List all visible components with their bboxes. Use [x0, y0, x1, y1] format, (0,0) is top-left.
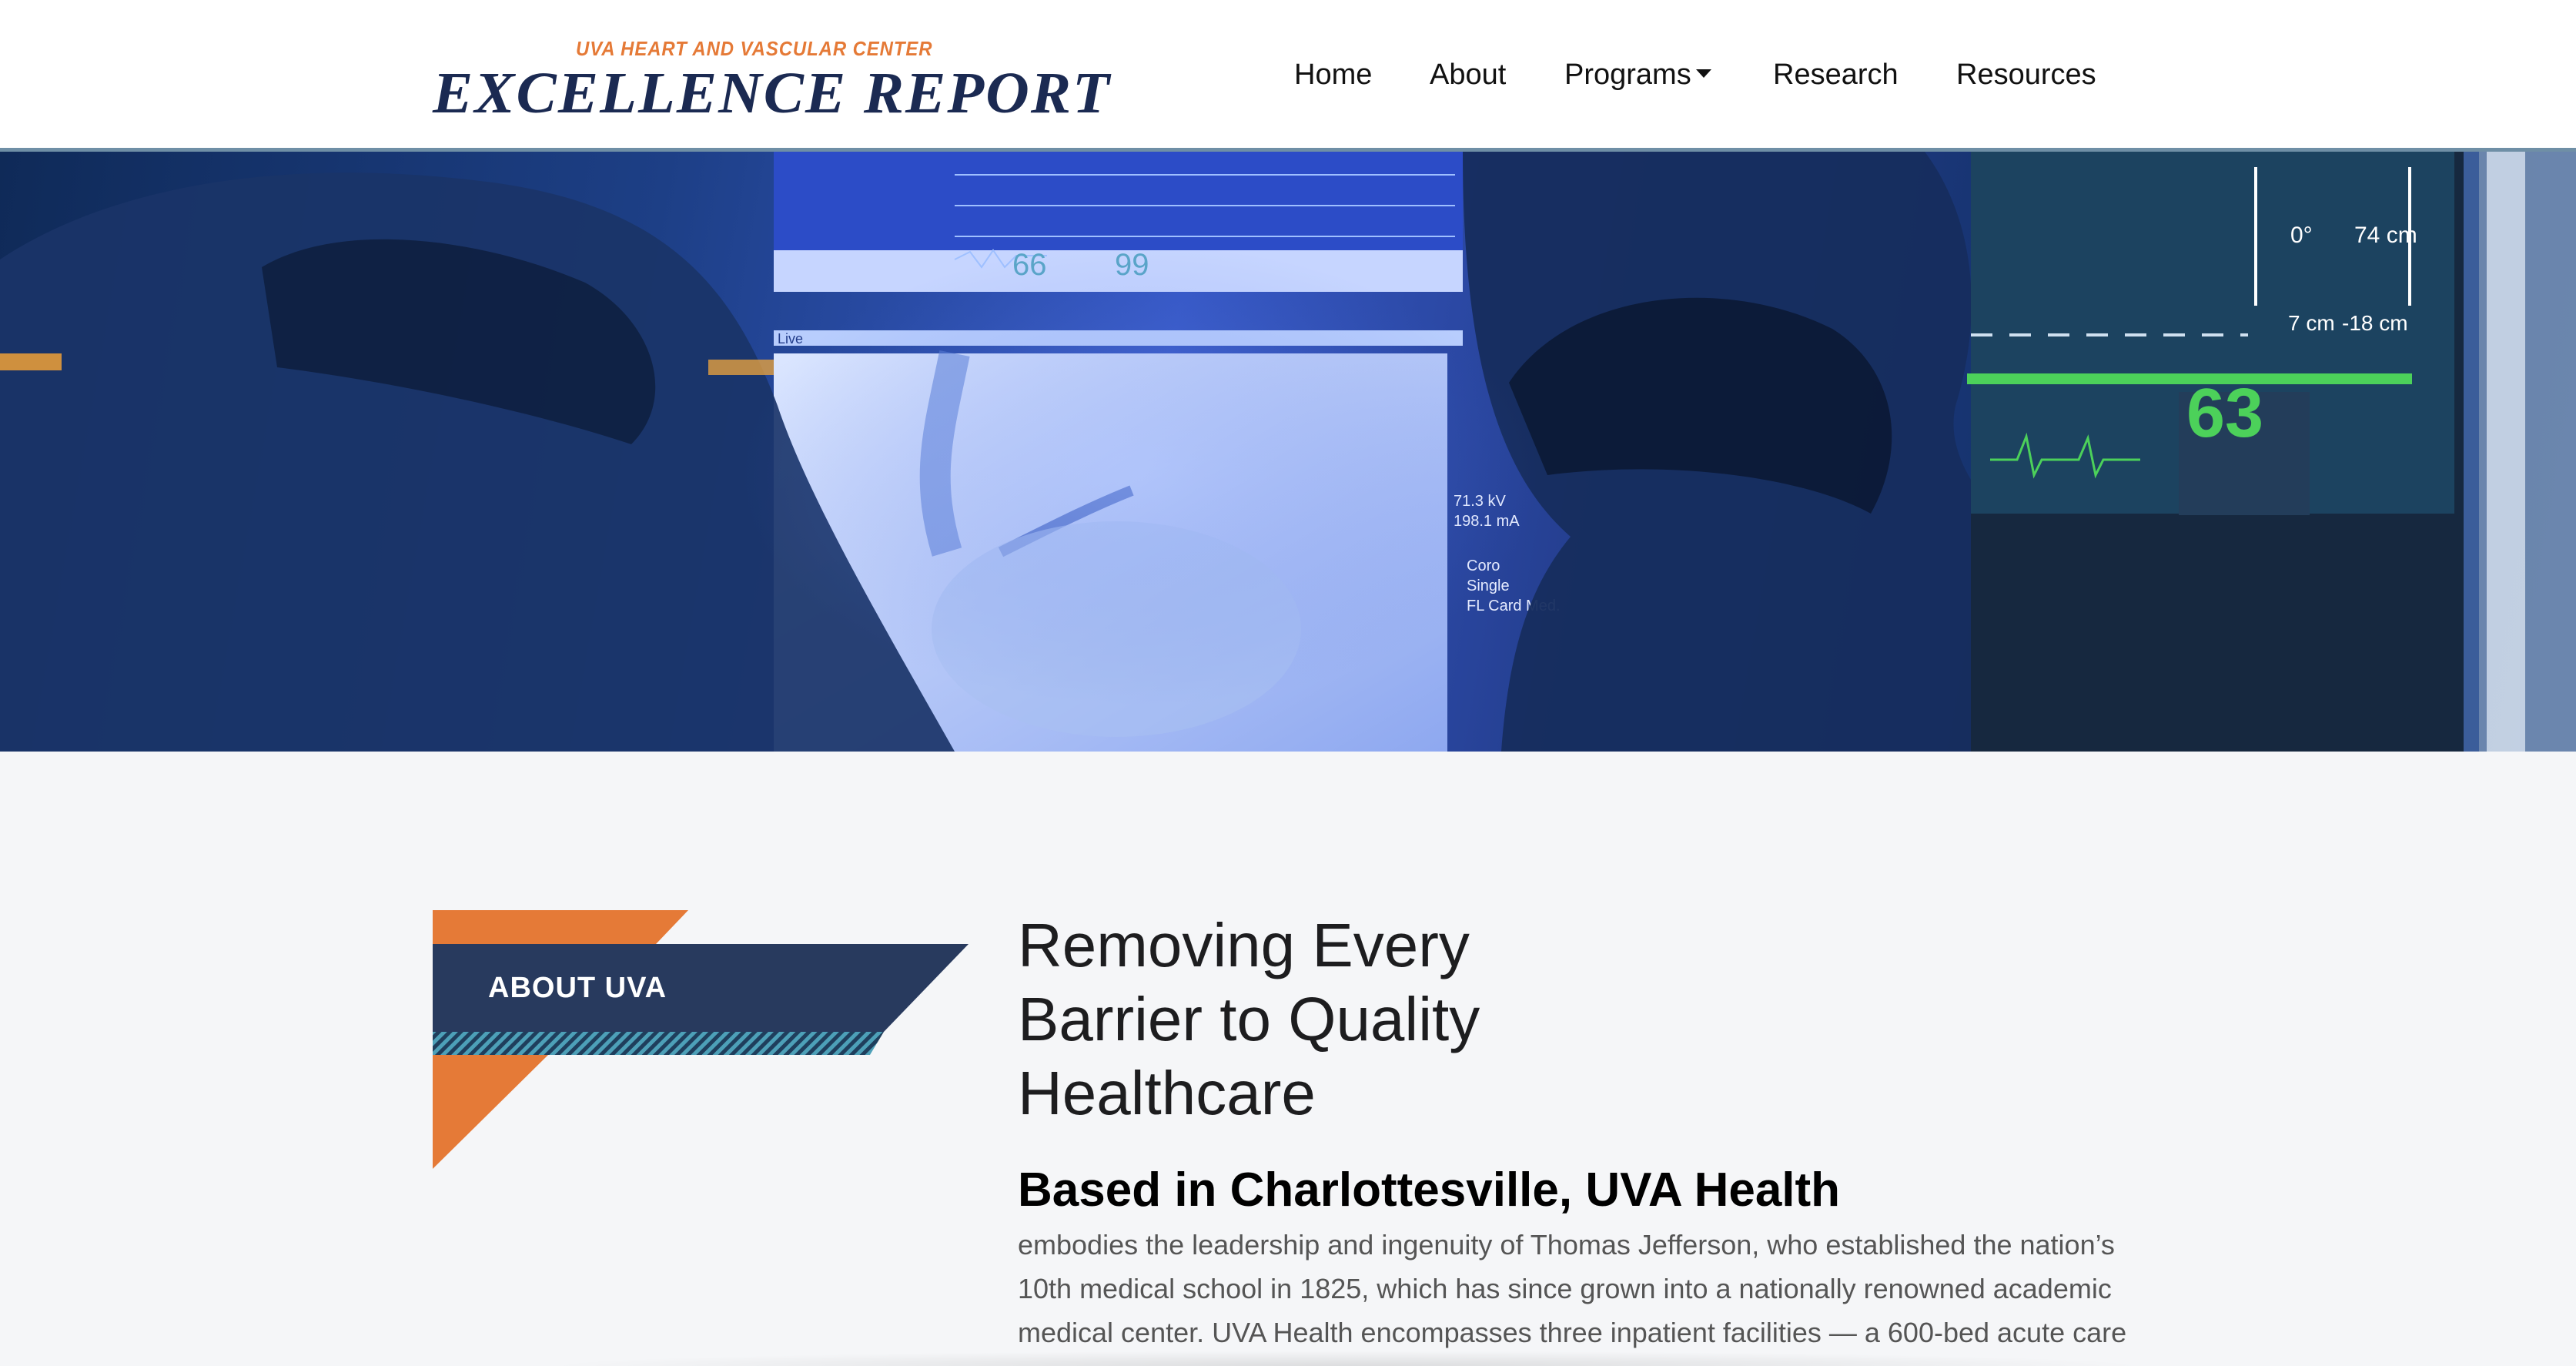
about-badge-label: ABOUT UVA [488, 972, 667, 1004]
caret-down-icon [1695, 69, 1711, 79]
about-badge: ABOUT UVA [433, 910, 972, 1172]
nav-about[interactable]: About [1430, 55, 1506, 94]
readout-7cm: 7 cm [2288, 311, 2335, 335]
readout-minus18cm: -18 cm [2342, 311, 2408, 335]
nav-research[interactable]: Research [1773, 55, 1899, 94]
hero-image: 66 99 Live 71.3 kV 198.1 mA Coro Single … [0, 152, 2576, 752]
about-badge-graphic [433, 910, 969, 1169]
card-shadow [539, 1351, 2156, 1366]
about-body-text: embodies the leadership and ingenuity of… [1018, 1229, 2127, 1348]
page-headline: Removing Every Barrier to Quality Health… [1018, 911, 1480, 1127]
monitor-heart-rate: 63 [2186, 375, 2263, 452]
nav-programs-label: Programs [1564, 59, 1691, 91]
readout-angle: 0° [2290, 223, 2313, 248]
nav-resources[interactable]: Resources [1956, 55, 2096, 94]
section-subhead: Based in Charlottesville, UVA Health [1018, 1163, 1841, 1217]
main-nav: Home About Programs Research Resources [0, 55, 2576, 94]
hero-photo: 66 99 Live 71.3 kV 198.1 mA Coro Single … [0, 152, 2576, 752]
nav-home[interactable]: Home [1294, 55, 1372, 94]
nav-programs[interactable]: Programs [1564, 55, 1711, 94]
readout-74cm: 74 cm [2354, 223, 2417, 248]
live-label: Live [778, 331, 803, 347]
about-content: Removing Every Barrier to Quality Health… [1018, 909, 2142, 1354]
site-header: UVA HEART AND VASCULAR CENTER EXCELLENCE… [0, 0, 2576, 152]
